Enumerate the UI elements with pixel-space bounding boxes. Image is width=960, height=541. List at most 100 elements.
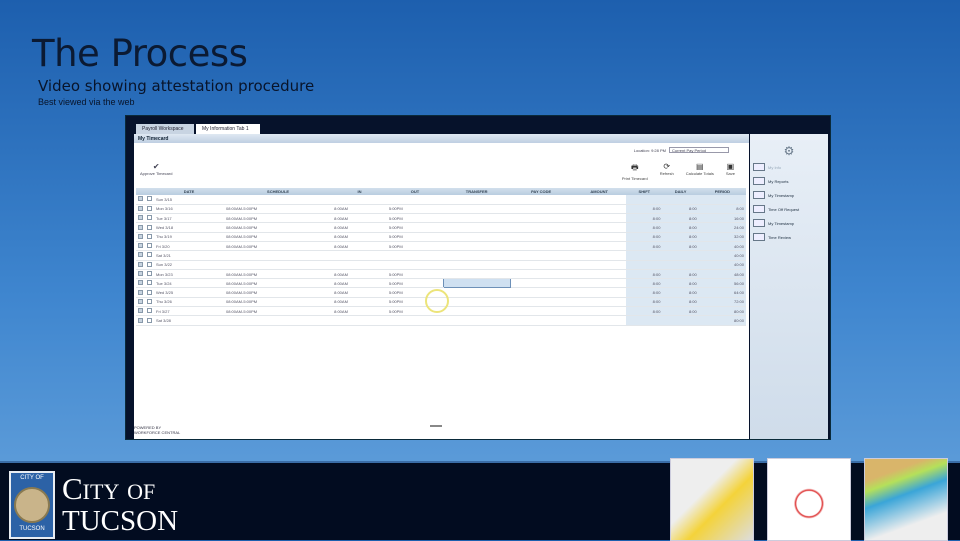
- cell-daily[interactable]: [662, 260, 699, 270]
- cell-amount[interactable]: [572, 232, 627, 243]
- col-transfer[interactable]: TRANSFER: [443, 188, 511, 195]
- cell-transfer[interactable]: [443, 195, 511, 205]
- cell-shift[interactable]: 8:00: [626, 278, 663, 289]
- cell-daily[interactable]: 8:00: [662, 278, 699, 289]
- cell-date[interactable]: Mon 3/23: [154, 269, 224, 280]
- row-comment-icon[interactable]: [145, 260, 154, 270]
- table-row[interactable]: Sun 3/22 40:00: [136, 260, 746, 270]
- cell-daily[interactable]: [662, 315, 699, 326]
- cell-amount[interactable]: [572, 287, 627, 298]
- sidebar-item[interactable]: My Info: [753, 162, 825, 172]
- row-expand[interactable]: [136, 306, 145, 317]
- cell-daily[interactable]: 8:00: [662, 297, 699, 308]
- col-period[interactable]: PERIOD: [698, 188, 746, 195]
- cell-daily[interactable]: 8:00: [662, 269, 699, 280]
- calculate-totals-button[interactable]: ▤ Calculate Totals: [686, 162, 714, 181]
- cell-transfer[interactable]: [443, 297, 511, 308]
- row-expand[interactable]: [136, 241, 145, 252]
- cell-daily[interactable]: 8:00: [662, 204, 699, 215]
- cell-shift[interactable]: 8:00: [626, 241, 663, 252]
- cell-schedule[interactable]: [224, 315, 333, 326]
- cell-pay-code[interactable]: [510, 269, 573, 280]
- cell-transfer[interactable]: [443, 269, 511, 280]
- cell-amount[interactable]: [572, 195, 627, 205]
- row-comment-icon[interactable]: [145, 241, 154, 252]
- cell-daily[interactable]: [662, 250, 699, 261]
- cell-date[interactable]: Sun 3/22: [154, 260, 224, 270]
- row-comment-icon[interactable]: [145, 232, 154, 243]
- cell-pay-code[interactable]: [510, 260, 573, 270]
- col-daily[interactable]: DAILY: [662, 188, 699, 195]
- table-row[interactable]: Thu 3/19 08:00AM-5:00PM 8:00AM 5:00PM 8:00 8:…: [136, 232, 746, 243]
- cell-in[interactable]: [332, 195, 387, 205]
- row-expand[interactable]: [136, 213, 145, 224]
- cell-schedule[interactable]: 08:00AM-5:00PM: [224, 213, 333, 224]
- table-row[interactable]: Sat 3/21 40:00: [136, 250, 746, 261]
- cell-period[interactable]: 16:00: [698, 213, 746, 224]
- cell-in[interactable]: 8:00AM: [332, 278, 387, 289]
- cell-pay-code[interactable]: [510, 241, 573, 252]
- table-row[interactable]: Mon 3/23 08:00AM-5:00PM 8:00AM 5:00PM 8:00 8:…: [136, 269, 746, 280]
- cell-pay-code[interactable]: [510, 204, 573, 215]
- row-comment-icon[interactable]: [145, 278, 154, 289]
- row-comment-icon[interactable]: [145, 195, 154, 205]
- cell-out[interactable]: 5:00PM: [386, 232, 444, 243]
- cell-shift[interactable]: 8:00: [626, 287, 663, 298]
- cell-pay-code[interactable]: [510, 195, 573, 205]
- cell-daily[interactable]: 8:00: [662, 306, 699, 317]
- cell-period[interactable]: 8:00: [698, 204, 746, 215]
- cell-shift[interactable]: 8:00: [626, 213, 663, 224]
- cell-shift[interactable]: [626, 250, 663, 261]
- cell-shift[interactable]: 8:00: [626, 297, 663, 308]
- cell-shift[interactable]: [626, 195, 663, 205]
- row-expand[interactable]: [136, 204, 145, 215]
- cell-transfer[interactable]: [443, 306, 511, 317]
- cell-transfer[interactable]: [442, 278, 511, 289]
- cell-amount[interactable]: [572, 297, 627, 308]
- cell-period[interactable]: 80:00: [698, 306, 746, 317]
- sidebar-item[interactable]: My Timestamp: [753, 190, 825, 200]
- cell-amount[interactable]: [572, 241, 627, 252]
- cell-amount[interactable]: [572, 222, 627, 233]
- cell-schedule[interactable]: [224, 195, 333, 205]
- cell-schedule[interactable]: 08:00AM-5:00PM: [224, 204, 333, 215]
- row-comment-icon[interactable]: [145, 269, 154, 280]
- cell-date[interactable]: Fri 3/20: [154, 241, 224, 252]
- tab-close[interactable]: Tab 1: [236, 126, 248, 132]
- cell-period[interactable]: 24:00: [698, 222, 746, 233]
- cell-schedule[interactable]: [224, 250, 333, 261]
- cell-period[interactable]: [698, 195, 746, 205]
- row-expand[interactable]: [136, 222, 145, 233]
- cell-shift[interactable]: 8:00: [626, 306, 663, 317]
- sidebar-item[interactable]: My Reports: [753, 176, 825, 186]
- cell-schedule[interactable]: [224, 260, 333, 270]
- cell-date[interactable]: Sun 3/15: [154, 195, 224, 205]
- refresh-button[interactable]: ⟳ Refresh: [660, 162, 674, 181]
- row-expand[interactable]: [136, 232, 145, 243]
- cell-out[interactable]: [386, 260, 444, 270]
- cell-pay-code[interactable]: [510, 306, 573, 317]
- cell-schedule[interactable]: 08:00AM-5:00PM: [224, 278, 333, 289]
- row-comment-icon[interactable]: [145, 306, 154, 317]
- col-pay-code[interactable]: PAY CODE: [510, 188, 573, 195]
- period-select[interactable]: Current Pay Period: [669, 147, 729, 153]
- table-row[interactable]: Tue 3/17 08:00AM-5:00PM 8:00AM 5:00PM 8:00 8:…: [136, 213, 746, 224]
- tab-payroll-workspace[interactable]: Payroll Workspace: [136, 124, 194, 134]
- cell-out[interactable]: 5:00PM: [386, 241, 444, 252]
- cell-date[interactable]: Sat 3/28: [154, 315, 224, 326]
- cell-pay-code[interactable]: [510, 278, 573, 289]
- row-comment-icon[interactable]: [145, 204, 154, 215]
- row-comment-icon[interactable]: [145, 250, 154, 261]
- cell-daily[interactable]: 8:00: [662, 213, 699, 224]
- cell-transfer[interactable]: [443, 260, 511, 270]
- row-expand[interactable]: [136, 269, 145, 280]
- table-row[interactable]: Sat 3/28 80:00: [136, 315, 746, 326]
- row-expand[interactable]: [136, 250, 145, 261]
- table-row[interactable]: Sun 3/15: [136, 195, 746, 205]
- sidebar-item[interactable]: Time Review: [753, 232, 825, 242]
- row-comment-icon[interactable]: [145, 213, 154, 224]
- cell-date[interactable]: Thu 3/19: [154, 232, 224, 243]
- cell-schedule[interactable]: 08:00AM-5:00PM: [224, 222, 333, 233]
- cell-shift[interactable]: [626, 315, 663, 326]
- cell-date[interactable]: Tue 3/24: [154, 278, 224, 289]
